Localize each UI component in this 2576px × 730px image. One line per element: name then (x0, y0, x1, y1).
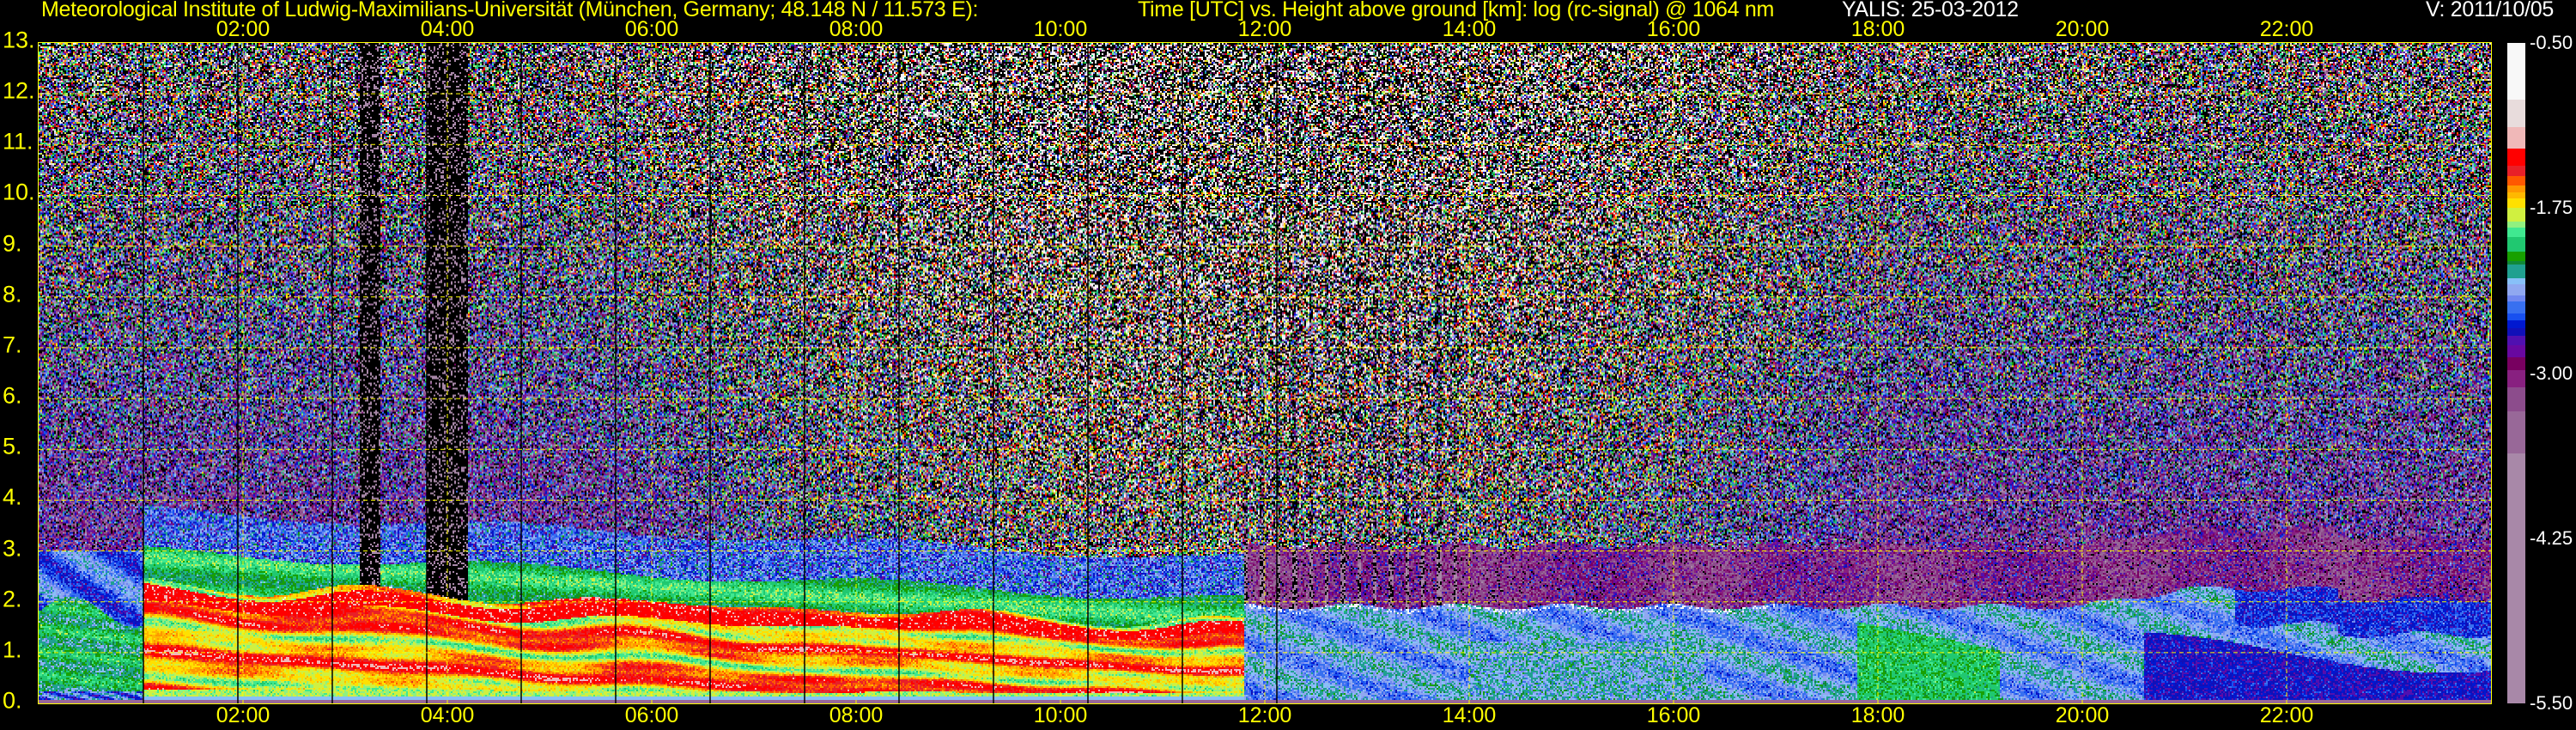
y-tick-label: 0. (3, 687, 22, 714)
y-tick-label: 8. (3, 281, 22, 307)
colorbar-segment (2507, 284, 2525, 296)
colorbar-segment (2507, 252, 2525, 262)
y-tick-label: 11. (3, 128, 33, 155)
colorbar-segment (2507, 100, 2525, 128)
y-tick-label: 5. (3, 433, 22, 459)
colorbar-tick-label: -5.50 (2530, 692, 2573, 714)
x-tick-label: 04:00 (420, 17, 475, 41)
colorbar-segment (2507, 370, 2525, 388)
x-tick-label: 10:00 (1033, 17, 1088, 41)
x-tick-label: 20:00 (2055, 17, 2110, 41)
x-tick-label: 18:00 (1850, 17, 1905, 41)
colorbar-segment (2507, 301, 2525, 314)
x-tick-label: 06:00 (624, 703, 679, 727)
x-tick-label: 14:00 (1442, 17, 1497, 41)
colorbar-segment (2507, 228, 2525, 238)
colorbar-segment (2507, 127, 2525, 149)
colorbar (2507, 43, 2525, 704)
colorbar-segment (2507, 387, 2525, 412)
y-tick-label: 4. (3, 484, 22, 510)
y-tick-label: 12. (3, 77, 35, 104)
y-tick-label: 6. (3, 382, 22, 409)
x-tick-label: 02:00 (216, 703, 270, 727)
x-tick-label: 18:00 (1850, 703, 1905, 727)
colorbar-segment (2507, 345, 2525, 358)
colorbar-segment (2507, 411, 2525, 454)
y-tick-label: 10. (3, 179, 35, 205)
lidar-heatmap (39, 43, 2491, 703)
x-tick-label: 16:00 (1646, 17, 1701, 41)
x-tick-label: 04:00 (420, 703, 475, 727)
version-label: V: 2011/10/05 (2426, 0, 2555, 21)
y-tick-label: 7. (3, 332, 22, 358)
colorbar-tick-label: -4.25 (2530, 526, 2573, 549)
colorbar-tick-label: -3.00 (2530, 362, 2573, 384)
y-tick-label: 13. (3, 27, 35, 53)
x-tick-label: 12:00 (1237, 703, 1292, 727)
x-tick-label: 06:00 (624, 17, 679, 41)
x-tick-label: 08:00 (829, 17, 884, 41)
x-tick-label: 14:00 (1442, 703, 1497, 727)
x-tick-label: 16:00 (1646, 703, 1701, 727)
colorbar-segment (2507, 357, 2525, 371)
x-tick-label: 20:00 (2055, 703, 2110, 727)
x-tick-label: 12:00 (1237, 17, 1292, 41)
x-tick-label: 22:00 (2259, 17, 2314, 41)
x-tick-label: 10:00 (1033, 703, 1088, 727)
colorbar-tick-label: -0.50 (2530, 32, 2573, 53)
x-tick-label: 08:00 (829, 703, 884, 727)
y-tick-label: 9. (3, 230, 22, 257)
x-tick-label: 22:00 (2259, 703, 2314, 727)
colorbar-segment (2507, 237, 2525, 252)
colorbar-segment (2507, 208, 2525, 222)
colorbar-segment (2507, 43, 2525, 100)
colorbar-segment (2507, 265, 2525, 279)
grid-overlay (39, 43, 2491, 703)
colorbar-segment (2507, 336, 2525, 346)
y-tick-label: 2. (3, 586, 22, 612)
x-tick-label: 02:00 (216, 17, 270, 41)
colorbar-segment (2507, 176, 2525, 186)
colorbar-segment (2507, 166, 2525, 177)
y-tick-label: 3. (3, 534, 22, 561)
colorbar-tick-label: -1.75 (2530, 197, 2573, 219)
y-tick-label: 1. (3, 636, 22, 663)
colorbar-segment (2507, 453, 2525, 704)
colorbar-segment (2507, 198, 2525, 209)
colorbar-segment (2507, 149, 2525, 167)
